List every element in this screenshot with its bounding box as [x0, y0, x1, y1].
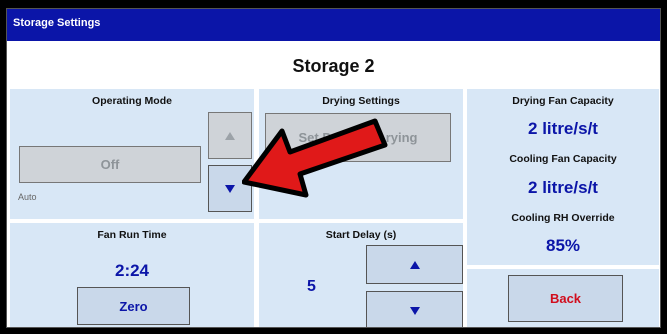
drying-fan-capacity-value: 2 litre/s/t [528, 119, 598, 138]
back-button-label: Back [549, 291, 582, 306]
operating-mode-panel: Operating Mode Off Auto [10, 89, 254, 219]
cooling-fan-capacity-value: 2 litre/s/t [528, 178, 598, 197]
zero-button-label: Zero [119, 298, 148, 314]
operating-mode-toggle-button[interactable]: Off [19, 146, 201, 183]
start-delay-up-button[interactable] [366, 245, 463, 284]
capacities-panel: Drying Fan Capacity 2 litre/s/t Cooling … [467, 89, 659, 265]
zero-button[interactable]: Zero [77, 287, 190, 325]
cooling-rh-override-title: Cooling RH Override [511, 212, 615, 224]
start-delay-down-button[interactable] [366, 291, 463, 327]
arrow-down-icon [225, 184, 235, 193]
storage-settings-window: Storage Settings Storage 2 Operating Mod… [6, 8, 661, 328]
cooling-rh-override-value: 85% [545, 236, 581, 255]
window-title: Storage Settings [7, 9, 660, 41]
back-panel: Back [467, 269, 659, 327]
back-button[interactable]: Back [508, 275, 623, 322]
start-delay-title: Start Delay (s) [325, 229, 397, 241]
fan-run-time-title: Fan Run Time [97, 229, 167, 241]
fan-run-time-value: 2:24 [114, 261, 150, 280]
drying-settings-title: Drying Settings [322, 95, 400, 107]
arrow-up-icon [225, 131, 235, 140]
operating-mode-toggle-label: Off [100, 157, 120, 172]
red-arrow-callout-icon [242, 118, 388, 198]
fan-run-time-panel: Fan Run Time 2:24 Zero [10, 223, 254, 327]
arrow-down-icon [409, 306, 420, 315]
storage-title: Storage 2 [292, 56, 375, 76]
arrow-up-icon [409, 260, 420, 269]
start-delay-value: 5 [307, 278, 316, 295]
drying-fan-capacity-title: Drying Fan Capacity [512, 95, 614, 107]
cooling-fan-capacity-title: Cooling Fan Capacity [509, 153, 617, 165]
operating-mode-title: Operating Mode [92, 95, 172, 107]
start-delay-panel: Start Delay (s) 5 [259, 223, 463, 327]
operating-mode-current: Auto [18, 192, 37, 202]
